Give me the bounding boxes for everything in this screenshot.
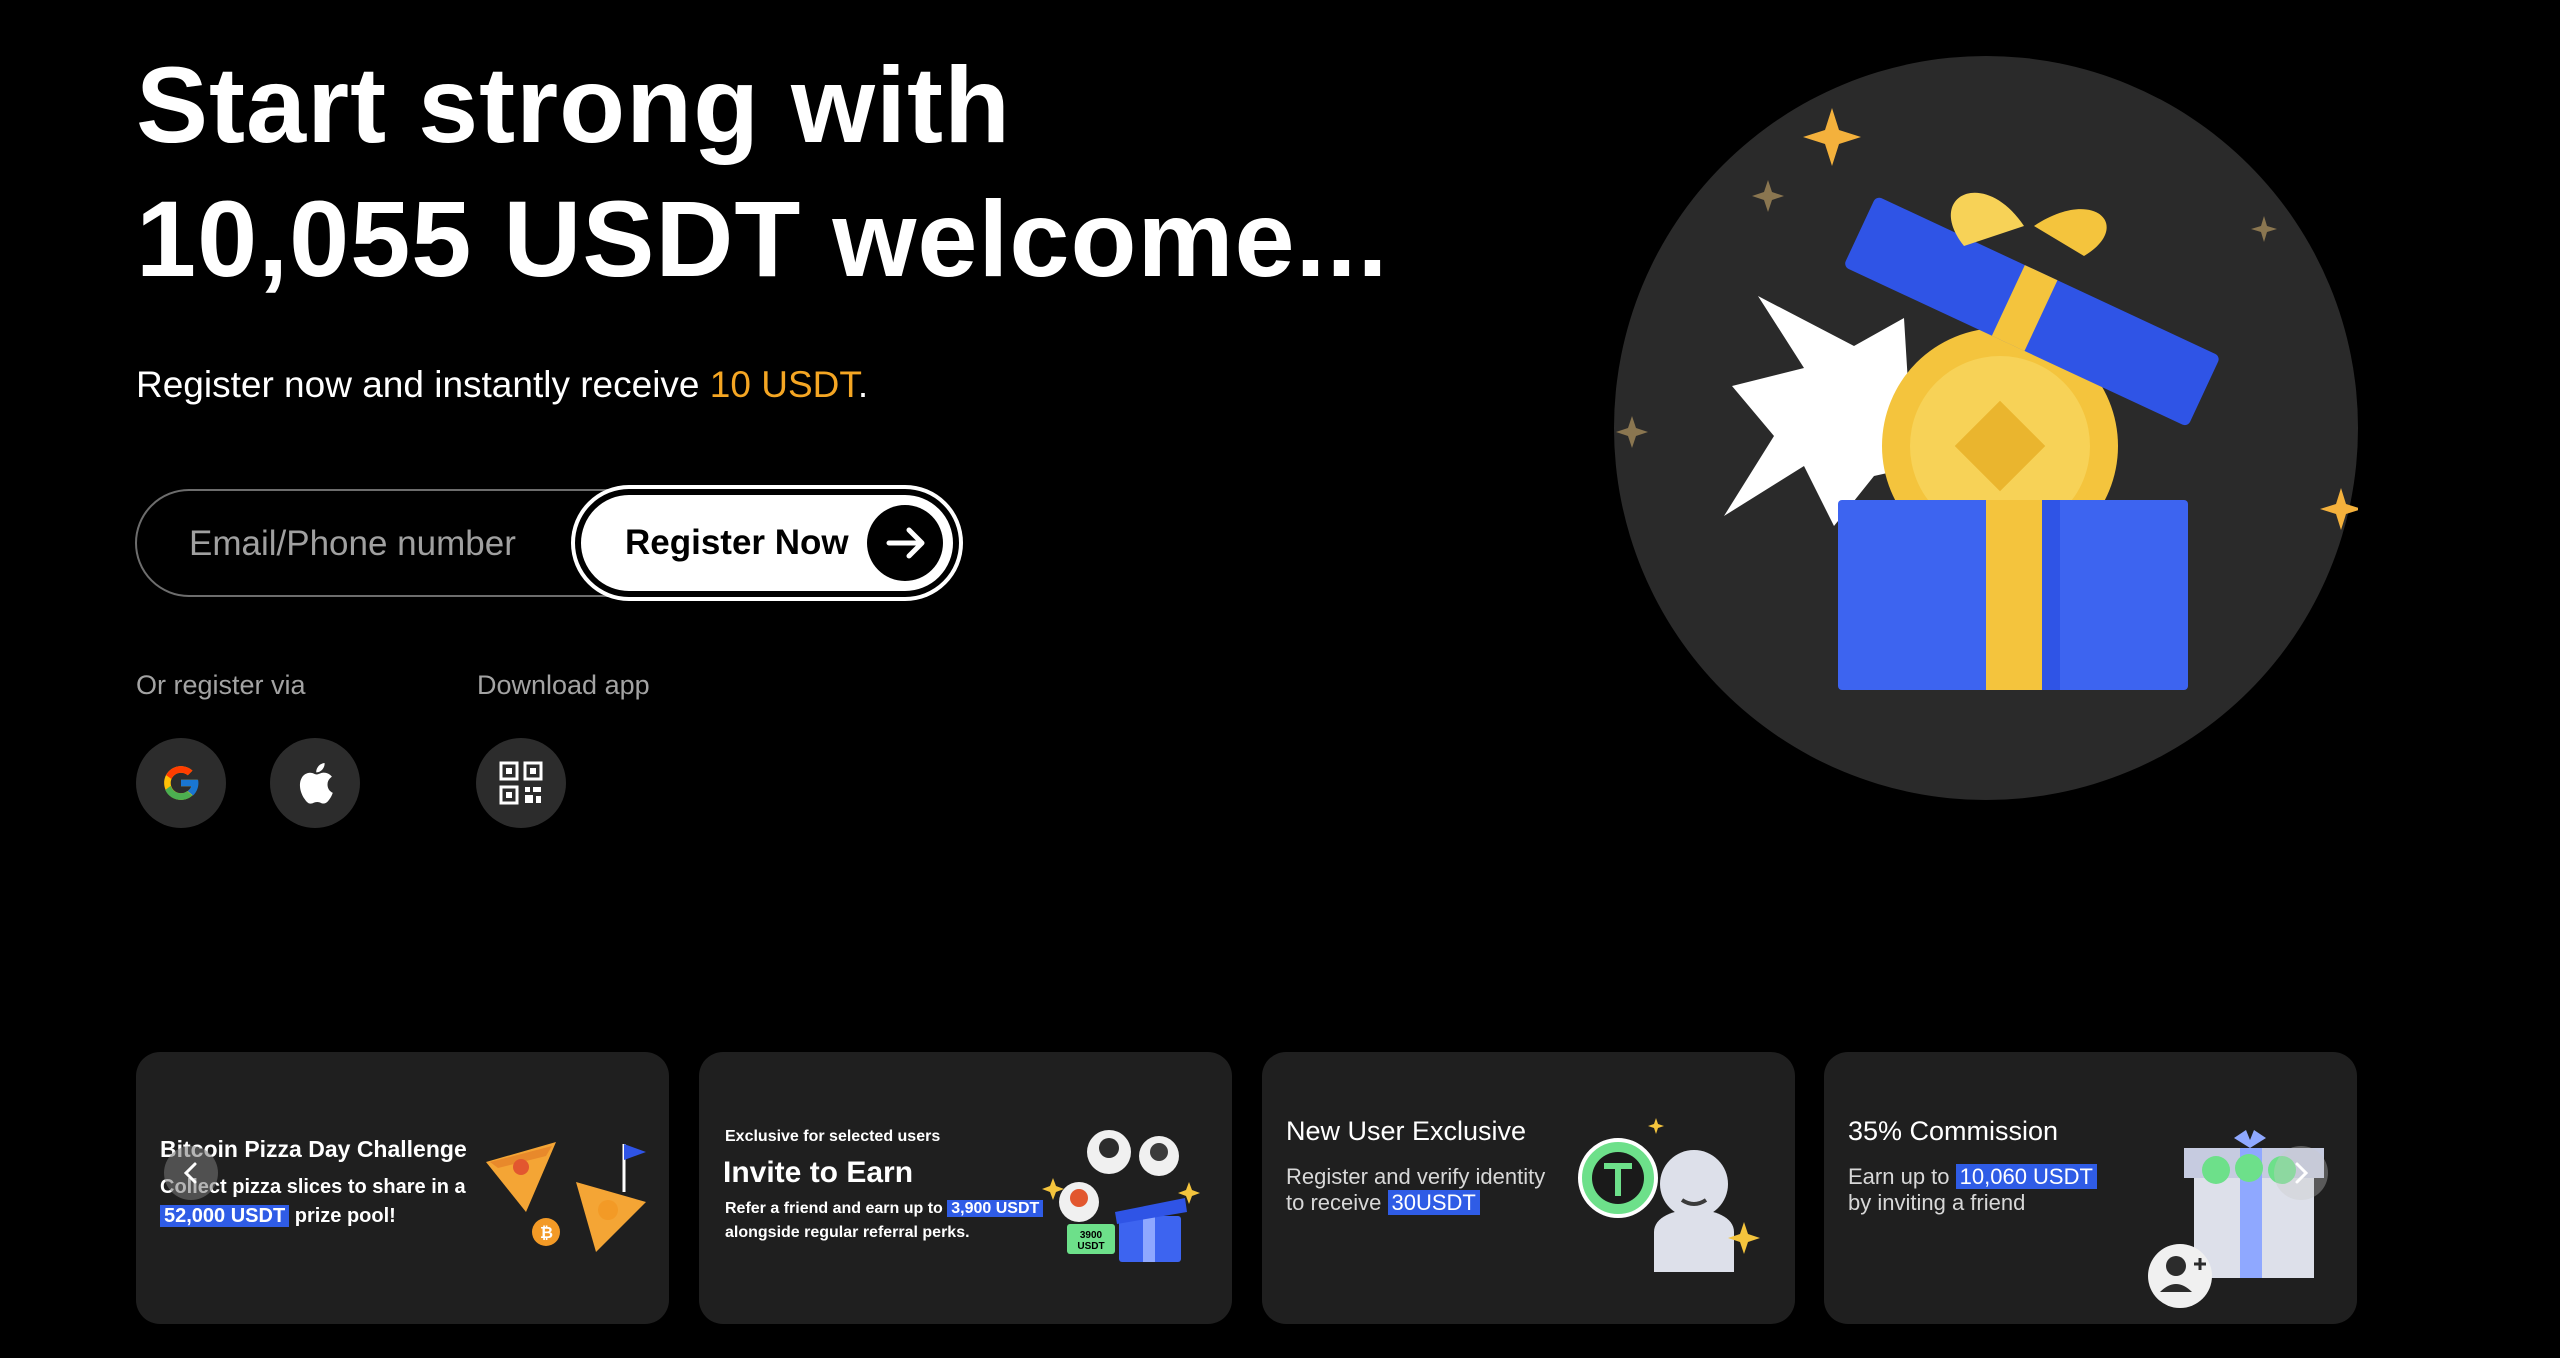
card-body-prefix: to receive xyxy=(1286,1190,1388,1215)
promo-card-commission[interactable]: 35% Commission Earn up to 10,060 USDT by… xyxy=(1824,1052,2357,1324)
reward-badge: 30USDT xyxy=(1387,1190,1480,1215)
apple-icon xyxy=(299,762,333,804)
register-via-label: Or register via xyxy=(136,670,306,700)
card-title: Invite to Earn xyxy=(723,1156,914,1189)
card-body-line1: Earn up to 10,060 USDT xyxy=(1848,1164,2097,1190)
subtitle-prefix: Register now and instantly receive xyxy=(136,364,710,405)
card-body-line1: Refer a friend and earn up to 3,900 USDT xyxy=(725,1200,1044,1218)
chevron-left-icon xyxy=(183,1162,197,1184)
prize-pool-badge: 52,000 USDT xyxy=(160,1205,290,1227)
arrow-right-icon xyxy=(867,505,943,581)
hero-title-line1: Start strong with xyxy=(136,44,1011,165)
card-body-line2: 52,000 USDT prize pool! xyxy=(160,1205,396,1228)
new-user-illustration xyxy=(1578,1118,1760,1272)
card-body-line2: alongside regular referral perks. xyxy=(725,1224,970,1241)
card-body-line2: by inviting a friend xyxy=(1848,1190,2026,1215)
hero-title: Start strong with 10,055 USDT welcome... xyxy=(136,38,1389,306)
google-icon xyxy=(164,766,199,800)
promo-card-pizza-day[interactable]: Bitcoin Pizza Day Challenge Collect pizz… xyxy=(136,1052,669,1324)
subtitle-bonus-amount: 10 USDT xyxy=(709,364,858,405)
commission-gift-illustration xyxy=(2148,1130,2324,1308)
chevron-right-icon xyxy=(2295,1162,2309,1184)
svg-text:₿: ₿ xyxy=(540,1224,553,1242)
subtitle-suffix: . xyxy=(857,364,869,405)
referral-gift-illustration: 3900 USDT xyxy=(1042,1130,1200,1262)
gift-label-amount: 3900 xyxy=(1080,1230,1103,1241)
carousel-next-button[interactable] xyxy=(2274,1146,2328,1200)
apple-register-button[interactable] xyxy=(270,738,360,828)
register-now-button[interactable]: Register Now xyxy=(575,489,959,597)
hero-title-line2: 10,055 USDT welcome... xyxy=(136,178,1389,299)
card-body-prefix: Refer a friend and earn up to xyxy=(725,1200,948,1217)
card-body-line2: to receive 30USDT xyxy=(1286,1190,1480,1216)
download-app-label: Download app xyxy=(477,670,650,700)
download-app-qr-button[interactable] xyxy=(476,738,566,828)
sparkle-icon xyxy=(1648,1118,1664,1134)
reward-badge: 10,060 USDT xyxy=(1955,1164,2097,1189)
card-body-suffix: prize pool! xyxy=(289,1205,396,1227)
promo-card-new-user-exclusive[interactable]: New User Exclusive Register and verify i… xyxy=(1262,1052,1795,1324)
google-register-button[interactable] xyxy=(136,738,226,828)
hero-subtitle: Register now and instantly receive 10 US… xyxy=(136,364,868,406)
register-now-label: Register Now xyxy=(625,523,849,562)
registration-form: Register Now xyxy=(135,489,959,597)
card-body-prefix: Earn up to xyxy=(1848,1164,1956,1189)
card-title: 35% Commission xyxy=(1848,1116,2059,1146)
pizza-slices-illustration: ₿ xyxy=(486,1142,646,1252)
gift-label-unit: USDT xyxy=(1077,1241,1104,1252)
gift-box-illustration xyxy=(1614,56,2358,800)
card-eyebrow: Exclusive for selected users xyxy=(725,1128,941,1145)
promo-card-invite-to-earn[interactable]: Exclusive for selected users Invite to E… xyxy=(699,1052,1232,1324)
card-title: New User Exclusive xyxy=(1286,1116,1527,1146)
carousel-prev-button[interactable] xyxy=(164,1146,218,1200)
qr-code-icon xyxy=(499,761,543,805)
reward-badge: 3,900 USDT xyxy=(947,1200,1044,1217)
card-body-line1: Register and verify identity xyxy=(1286,1164,1546,1189)
